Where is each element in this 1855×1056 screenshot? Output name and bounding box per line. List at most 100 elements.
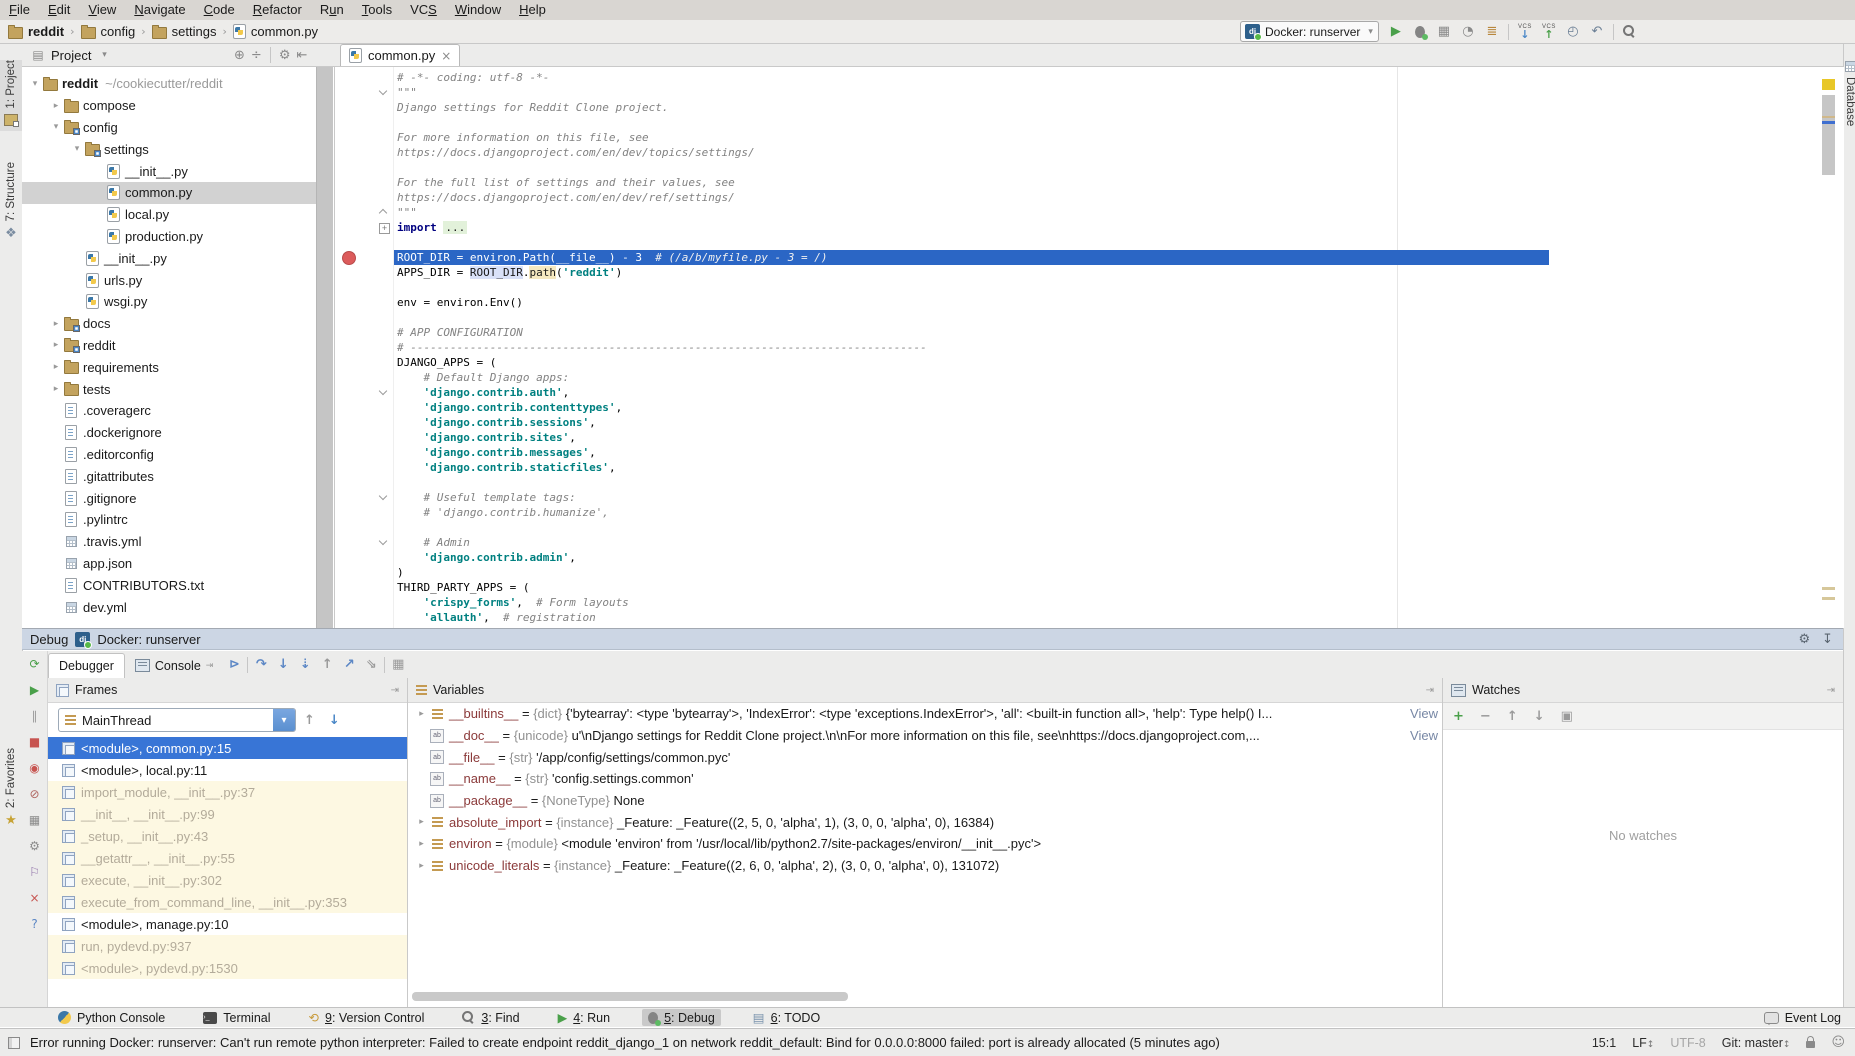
code-line[interactable]: # Default Django apps: [335, 370, 1844, 385]
code-line[interactable]: https://docs.djangoproject.com/en/dev/re… [335, 190, 1844, 205]
project-tree-item-__init__-py[interactable]: __init__.py [22, 247, 316, 269]
step-into-button[interactable]: ↓ [272, 655, 294, 675]
breadcrumb-item-config[interactable]: config [81, 24, 136, 39]
minimize-icon[interactable]: ↧ [1822, 632, 1833, 647]
toolwindow-button-3--find[interactable]: 3: Find [456, 1009, 525, 1026]
highlighting-level-icon[interactable]: ☺ [1831, 1035, 1845, 1050]
code-line[interactable]: env = environ.Env() [335, 295, 1844, 310]
restore-layout-button[interactable]: ▦ [26, 811, 44, 828]
code-line[interactable]: """ [335, 85, 1844, 100]
evaluate-expression-button[interactable]: ▦ [387, 655, 409, 675]
vcs-commit-button[interactable]: VCS↑ [1539, 24, 1559, 40]
sidebar-item-database[interactable]: Database [1844, 58, 1855, 126]
code-line[interactable]: import ... [335, 220, 1844, 235]
collapse-all-icon[interactable]: ÷ [251, 48, 262, 63]
project-tree-item-docs[interactable]: ▸docs [22, 313, 316, 335]
project-tree-item--travis-yml[interactable]: .travis.yml [22, 531, 316, 553]
menu-item-navigate[interactable]: Navigate [125, 0, 194, 20]
code-line[interactable]: For more information on this file, see [335, 130, 1844, 145]
code-line[interactable]: https://docs.djangoproject.com/en/dev/to… [335, 145, 1844, 160]
project-tree-item-common-py[interactable]: common.py [22, 182, 316, 204]
code-line[interactable] [335, 280, 1844, 295]
project-tree-item--dockerignore[interactable]: .dockerignore [22, 422, 316, 444]
project-tree-item-CONTRIBUTORS-txt[interactable]: CONTRIBUTORS.txt [22, 574, 316, 596]
fold-collapse-icon[interactable] [379, 88, 388, 97]
code-line[interactable]: 'django.contrib.auth', [335, 385, 1844, 400]
move-watch-up-button[interactable]: ↑ [1507, 709, 1518, 724]
project-tree-item-settings[interactable]: ▾settings [22, 138, 316, 160]
project-tree-item-reddit[interactable]: ▾reddit~/cookiecutter/reddit [22, 73, 316, 95]
local-history-button[interactable]: ◴ [1563, 22, 1583, 42]
code-line[interactable]: APPS_DIR = ROOT_DIR.path('reddit') [335, 265, 1844, 280]
code-line[interactable]: 'django.contrib.sessions', [335, 415, 1844, 430]
toolwindow-button-9--version-control[interactable]: ⟲9: Version Control [303, 1009, 431, 1026]
resume-button[interactable]: ▶ [26, 681, 44, 698]
run-button[interactable]: ▶ [1386, 22, 1406, 42]
search-everywhere-button[interactable] [1620, 22, 1640, 42]
variable-row-environ[interactable]: ▸environ = {module} <module 'environ' fr… [408, 833, 1442, 855]
debug-tab-debugger[interactable]: Debugger [48, 653, 125, 679]
event-log-button[interactable]: Event Log [1764, 1011, 1841, 1025]
expand-arrow-icon[interactable]: ▸ [414, 839, 429, 849]
frame-item[interactable]: <module>, common.py:15 [48, 737, 407, 759]
smart-step-into-button[interactable]: ⇘ [360, 655, 382, 675]
close-icon[interactable]: × [441, 49, 451, 63]
frame-item[interactable]: import_module, __init__.py:37 [48, 781, 407, 803]
code-line[interactable]: 'allauth', # registration [335, 610, 1844, 625]
chevron-down-icon[interactable]: ▾ [273, 709, 295, 731]
fold-collapse-icon[interactable] [379, 388, 388, 397]
project-tree-item-local-py[interactable]: local.py [22, 204, 316, 226]
code-line[interactable] [335, 160, 1844, 175]
run-with-coverage-button[interactable]: ▦ [1434, 22, 1454, 42]
run-config-selector[interactable]: dj Docker: runserver ▾ [1240, 21, 1379, 42]
undo-button[interactable]: ↶ [1587, 22, 1607, 42]
thread-selector[interactable]: MainThread ▾ [58, 708, 296, 732]
debug-settings-button[interactable]: ⚙ [26, 837, 44, 854]
code-line[interactable] [335, 310, 1844, 325]
project-tree-item-compose[interactable]: ▸compose [22, 95, 316, 117]
menu-item-view[interactable]: View [79, 0, 125, 20]
locate-icon[interactable]: ⊕ [234, 48, 245, 63]
close-button[interactable]: × [26, 889, 44, 906]
encoding-selector[interactable]: UTF-8 [1670, 1036, 1705, 1050]
project-tree-item--gitignore[interactable]: .gitignore [22, 487, 316, 509]
project-tree-item-urls-py[interactable]: urls.py [22, 269, 316, 291]
code-line[interactable]: """ [335, 205, 1844, 220]
code-line[interactable] [335, 520, 1844, 535]
toolwindow-button-6--todo[interactable]: ▤6: TODO [747, 1009, 826, 1026]
toolwindow-button-python-console[interactable]: Python Console [52, 1009, 171, 1026]
debug-button[interactable] [1410, 22, 1430, 42]
menu-item-vcs[interactable]: VCS [401, 0, 446, 20]
scrollbar-thumb[interactable] [1822, 95, 1835, 175]
code-line[interactable]: # 'django.contrib.humanize', [335, 505, 1844, 520]
tree-down-arrow-icon[interactable]: ▾ [28, 79, 42, 89]
help-button[interactable]: ? [26, 915, 44, 932]
fold-collapse-icon[interactable] [379, 208, 388, 217]
breadcrumb-item-common-py[interactable]: common.py [233, 24, 318, 39]
expand-arrow-icon[interactable]: ▸ [414, 861, 429, 871]
vcs-update-button[interactable]: VCS↓ [1515, 24, 1535, 40]
code-line[interactable] [335, 235, 1844, 250]
frame-item[interactable]: <module>, local.py:11 [48, 759, 407, 781]
mute-breakpoints-button[interactable]: ⊘ [26, 785, 44, 802]
tree-right-arrow-icon[interactable]: ▸ [49, 384, 63, 394]
view-link[interactable]: View [1402, 728, 1438, 743]
variable-row-__doc__[interactable]: ab__doc__ = {unicode} u'\nDjango setting… [408, 725, 1442, 747]
code-line[interactable]: ) [335, 565, 1844, 580]
line-ending-selector[interactable]: LF↕ [1632, 1036, 1654, 1050]
menu-item-refactor[interactable]: Refactor [244, 0, 311, 20]
frame-item[interactable]: _setup, __init__.py:43 [48, 825, 407, 847]
project-tree-item-config[interactable]: ▾config [22, 117, 316, 139]
fold-expand-icon[interactable]: + [379, 223, 390, 234]
code-line[interactable]: 'django.contrib.admin', [335, 550, 1844, 565]
pause-button[interactable]: ∥ [26, 707, 44, 724]
frame-item[interactable]: __getattr__, __init__.py:55 [48, 847, 407, 869]
hide-panel-icon[interactable]: ⇤ [296, 48, 307, 63]
tree-right-arrow-icon[interactable]: ▸ [49, 340, 63, 350]
menu-item-code[interactable]: Code [195, 0, 244, 20]
code-line[interactable]: # Useful template tags: [335, 490, 1844, 505]
variable-row-__file__[interactable]: ab__file__ = {str} '/app/config/settings… [408, 746, 1442, 768]
project-tree-item-__init__-py[interactable]: __init__.py [22, 160, 316, 182]
code-line[interactable]: For the full list of settings and their … [335, 175, 1844, 190]
breakpoint-dot[interactable] [342, 251, 356, 265]
